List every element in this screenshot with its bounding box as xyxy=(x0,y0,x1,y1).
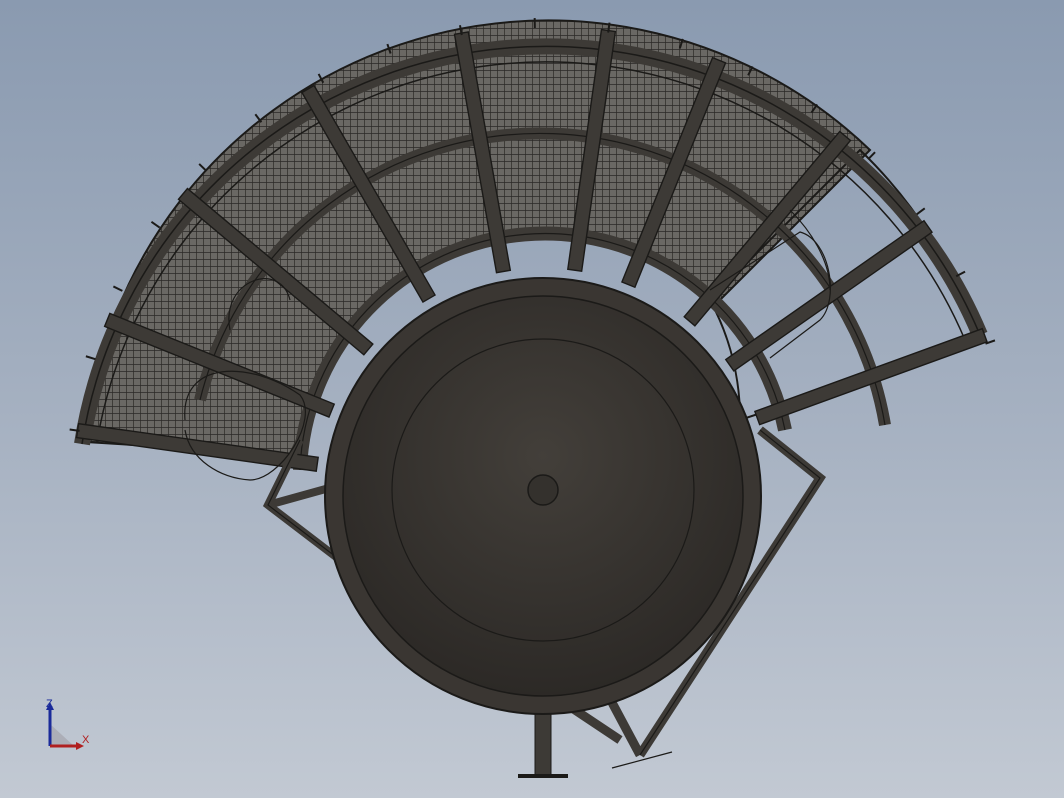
rim-bolt xyxy=(85,355,96,361)
cad-model[interactable] xyxy=(0,0,1064,798)
x-axis-label: X xyxy=(82,734,90,746)
rim-bolt xyxy=(198,163,208,172)
z-axis-label: Z xyxy=(46,698,53,710)
coordinate-triad: Z X xyxy=(40,696,100,756)
rim-bolt xyxy=(150,221,161,229)
rim-bolt xyxy=(607,22,611,33)
graphics-viewport[interactable]: Z X xyxy=(0,0,1064,798)
rim-bolt xyxy=(867,151,876,161)
rim-bolt xyxy=(69,428,80,432)
tank-nozzle xyxy=(527,474,559,506)
rim-bolt xyxy=(916,207,926,216)
rim-bolt xyxy=(112,285,123,292)
